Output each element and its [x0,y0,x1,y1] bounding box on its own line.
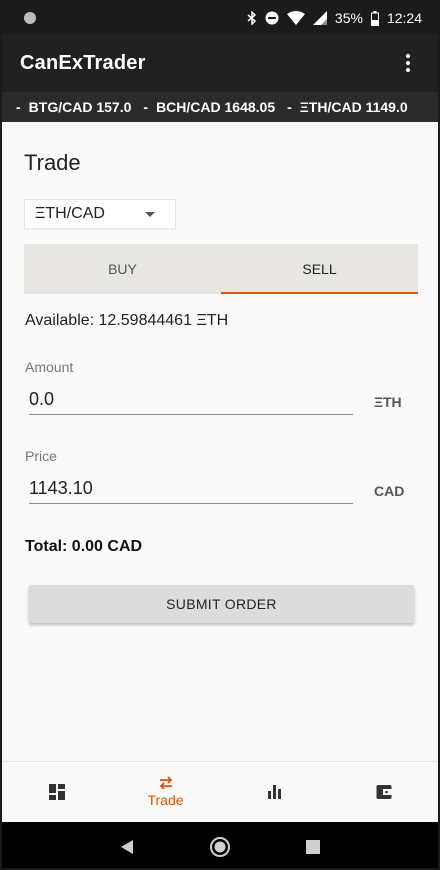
amount-label: Amount [25,359,74,375]
battery-percent: 35% [334,10,363,26]
price-unit: CAD [374,483,405,499]
app-bar: CanExTrader [2,34,438,92]
pair-selected-value: ΞTH/CAD [35,205,105,222]
ticker-item: BCH/CAD 1648.05 [156,99,276,115]
nav-item-dashboard[interactable] [2,762,111,822]
ticker-separator: - [287,99,292,115]
swap-arrows-icon [159,776,172,790]
price-ticker: - BTG/CAD 157.0 - BCH/CAD 1648.05 - ΞTH/… [2,92,438,122]
status-icons: 35% 12:24 [247,10,422,26]
ticker-item: ΞTH/CAD 1149.0 [299,99,408,115]
caret-down-icon [145,212,155,217]
bar-chart-icon [267,785,281,799]
nav-item-wallet[interactable] [329,762,438,822]
ticker-item: BTG/CAD 157.0 [28,99,132,115]
notification-dot-icon [24,12,36,24]
dashboard-icon [48,784,65,800]
home-icon[interactable] [209,836,231,858]
page-title: Trade [24,150,81,175]
nav-label-trade: Trade [147,792,184,808]
system-navigation [2,822,438,868]
do-not-disturb-icon [265,11,279,25]
amount-unit: ΞTH [374,394,402,410]
tab-buy[interactable]: BUY [24,244,221,294]
nav-item-trade[interactable]: Trade [111,762,220,822]
pair-dropdown[interactable]: ΞTH/CAD [24,199,176,229]
buy-sell-tabs: BUY SELL [24,244,418,294]
price-input[interactable] [29,474,353,504]
bluetooth-icon [247,11,257,25]
amount-input[interactable] [29,385,353,415]
battery-icon [370,10,379,26]
wallet-icon [376,785,392,799]
recents-icon[interactable] [306,840,321,854]
ticker-separator: - [143,99,149,115]
back-icon[interactable] [120,839,134,855]
tab-sell[interactable]: SELL [221,244,418,294]
clock: 12:24 [386,10,422,26]
app-screen: 35% 12:24 CanExTrader - BTG/CAD 157.0 - … [0,0,440,870]
status-bar: 35% 12:24 [2,2,438,34]
wifi-icon [286,11,305,25]
nav-item-charts[interactable] [220,762,329,822]
app-title: CanExTrader [20,51,146,74]
signal-icon [312,11,327,25]
available-balance: Available: 12.59844461 ΞTH [25,312,229,329]
bottom-navigation: Trade [2,761,438,822]
order-total: Total: 0.00 CAD [25,538,143,555]
ticker-separator: - [16,99,21,115]
overflow-menu-icon[interactable] [396,48,420,78]
submit-order-button[interactable]: SUBMIT ORDER [29,585,414,623]
price-label: Price [25,448,57,464]
